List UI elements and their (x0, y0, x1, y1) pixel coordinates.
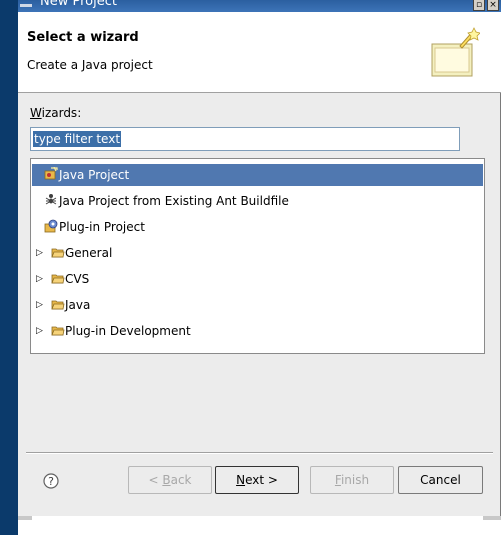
page-description: Create a Java project (27, 58, 153, 72)
wizards-label: Wizards: (30, 106, 82, 120)
expand-arrow-icon[interactable]: ▷ (36, 242, 43, 264)
expand-arrow-icon[interactable]: ▷ (36, 294, 43, 316)
filter-text: type filter text (33, 131, 122, 147)
wizard-tree[interactable]: Java Project Java Project from Existing … (30, 158, 485, 354)
wizard-filter-input[interactable]: type filter text (30, 127, 460, 151)
folder-icon (51, 274, 65, 284)
button-bar-separator (26, 452, 493, 454)
tree-item-label: Java (65, 298, 91, 312)
folder-icon (51, 326, 65, 336)
close-button[interactable]: × (487, 0, 499, 11)
bottom-window-edge (18, 516, 503, 535)
tree-item-label: Java Project from Existing Ant Buildfile (59, 194, 289, 208)
tree-item-label: General (65, 246, 113, 260)
tree-item-label: Plug-in Project (59, 220, 145, 234)
finish-button[interactable]: Finish (310, 466, 394, 494)
tree-item-general[interactable]: ▷ General (32, 242, 483, 264)
page-title: Select a wizard (27, 30, 139, 45)
title-bar[interactable]: New Project ▫ × (18, 0, 501, 12)
tree-item-label: CVS (65, 272, 90, 286)
window-menu-icon[interactable] (20, 1, 32, 10)
svg-text:?: ? (48, 475, 54, 488)
folder-icon (51, 248, 65, 258)
folder-icon (51, 300, 65, 310)
java-project-icon (44, 167, 58, 180)
tree-item-ant-project[interactable]: Java Project from Existing Ant Buildfile (32, 190, 483, 212)
tree-item-plugin-project[interactable]: Plug-in Project (32, 216, 483, 238)
desktop-background (0, 0, 18, 535)
tree-item-java-project[interactable]: Java Project (32, 164, 483, 186)
plugin-project-icon (44, 219, 58, 233)
wizard-header: Select a wizard Create a Java project (18, 12, 501, 93)
expand-arrow-icon[interactable]: ▷ (36, 320, 43, 342)
tree-item-java[interactable]: ▷ Java (32, 294, 483, 316)
tree-item-label: Java Project (59, 168, 130, 182)
tree-item-cvs[interactable]: ▷ CVS (32, 268, 483, 290)
help-icon[interactable]: ? (42, 472, 60, 490)
back-button[interactable]: < Back (128, 466, 212, 494)
expand-arrow-icon[interactable]: ▷ (36, 268, 43, 290)
maximize-button[interactable]: ▫ (473, 0, 485, 11)
window-title: New Project (40, 0, 117, 9)
tree-item-plugin-development[interactable]: ▷ Plug-in Development (32, 320, 483, 342)
new-project-dialog: New Project ▫ × Select a wizard Create a… (18, 0, 501, 516)
tree-item-label: Plug-in Development (65, 324, 191, 338)
new-project-banner-icon (431, 27, 480, 77)
cancel-button[interactable]: Cancel (398, 466, 483, 494)
ant-icon (45, 194, 57, 205)
next-button[interactable]: Next > (215, 466, 299, 494)
